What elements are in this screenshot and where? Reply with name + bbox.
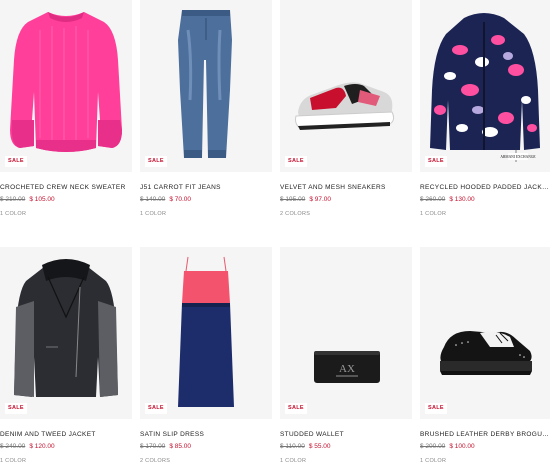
wallet-image: AX [314, 351, 380, 383]
slip-dress-image [178, 256, 234, 407]
sale-badge: SALE [5, 403, 27, 414]
product-card[interactable]: SALE CROCHETED CREW NECK SWEATER $ 210.0… [0, 0, 132, 218]
color-count: 1 COLOR [280, 458, 307, 464]
price-row: $ 140.00 $ 70.00 [140, 195, 272, 204]
product-card[interactable]: SALE DENIM AND TWEED JACKET $ 240.00 $ 12… [0, 247, 132, 465]
product-name[interactable]: RECYCLED HOODED PADDED JACKET [420, 183, 550, 192]
price-row: $ 210.00 $ 105.00 [0, 195, 132, 204]
product-card[interactable]: AX SALE STUDDED WALLET $ 110.00 $ 55.00 1… [280, 247, 412, 465]
product-card[interactable]: SALE SATIN SLIP DRESS $ 170.00 $ 85.00 2 … [140, 247, 272, 465]
product-card[interactable]: SALE BRUSHED LEATHER DERBY BROGUES SH...… [420, 247, 550, 465]
sale-badge: SALE [425, 156, 447, 167]
original-price: $ 140.00 [140, 196, 166, 203]
product-card[interactable]: SALE J51 CARROT FIT JEANS $ 140.00 $ 70.0… [140, 0, 272, 218]
sale-badge: SALE [145, 156, 167, 167]
pink-sweater-image [10, 12, 122, 152]
price-row: $ 240.00 $ 120.00 [0, 442, 132, 451]
color-count: 1 COLOR [0, 458, 27, 464]
product-card[interactable]: SALE VELVET AND MESH SNEAKERS $ 195.00 $ … [280, 0, 412, 218]
sale-price: $ 120.00 [29, 443, 55, 450]
sale-price: $ 105.00 [29, 196, 55, 203]
color-count: 2 COLORS [140, 458, 171, 464]
sale-price: $ 70.00 [169, 196, 191, 203]
original-price: $ 170.00 [140, 443, 166, 450]
product-name[interactable]: BRUSHED LEATHER DERBY BROGUES SH... [420, 430, 550, 439]
product-image[interactable]: SALE [0, 0, 132, 172]
color-count: 1 COLOR [420, 458, 447, 464]
sale-price: $ 55.00 [308, 443, 331, 450]
sale-price: $ 100.00 [449, 443, 475, 450]
product-image[interactable]: ARMANI EXCHANGE SALE [420, 0, 550, 172]
product-name[interactable]: STUDDED WALLET [280, 430, 412, 439]
original-price: $ 195.00 [280, 196, 306, 203]
sale-price: $ 130.00 [449, 196, 475, 203]
color-count: 1 COLOR [0, 211, 27, 217]
sale-price: $ 85.00 [169, 443, 191, 450]
product-image[interactable]: SALE [140, 247, 272, 419]
color-count: 1 COLOR [140, 211, 167, 217]
sneaker-image [295, 82, 395, 130]
sale-price: $ 97.00 [309, 196, 331, 203]
sale-badge: SALE [285, 403, 307, 414]
jacket-tag-text: ARMANI EXCHANGE [500, 155, 536, 159]
price-row: $ 195.00 $ 97.00 [280, 195, 412, 204]
product-name[interactable]: VELVET AND MESH SNEAKERS [280, 183, 412, 192]
sale-badge: SALE [5, 156, 27, 167]
price-row: $ 260.00 $ 130.00 [420, 195, 550, 204]
original-price: $ 200.00 [420, 443, 446, 450]
product-image[interactable]: AX SALE [280, 247, 412, 419]
tweed-jacket-image [14, 259, 118, 397]
blue-jeans-image [178, 10, 232, 158]
sale-badge: SALE [145, 403, 167, 414]
original-price: $ 260.00 [420, 196, 446, 203]
wallet-logo: AX [339, 363, 355, 375]
original-price: $ 110.00 [280, 443, 305, 450]
sale-badge: SALE [425, 403, 447, 414]
price-row: $ 170.00 $ 85.00 [140, 442, 272, 451]
sale-badge: SALE [285, 156, 307, 167]
color-count: 2 COLORS [280, 211, 311, 217]
product-image[interactable]: SALE [140, 0, 272, 172]
price-row: $ 200.00 $ 100.00 [420, 442, 550, 451]
product-image[interactable]: SALE [0, 247, 132, 419]
product-image[interactable]: SALE [280, 0, 412, 172]
original-price: $ 210.00 [0, 196, 26, 203]
product-image[interactable]: SALE [420, 247, 550, 419]
product-name[interactable]: DENIM AND TWEED JACKET [0, 430, 132, 439]
product-name[interactable]: SATIN SLIP DRESS [140, 430, 272, 439]
product-grid: SALE CROCHETED CREW NECK SWEATER $ 210.0… [0, 0, 550, 466]
product-name[interactable]: CROCHETED CREW NECK SWEATER [0, 183, 132, 192]
product-card[interactable]: ARMANI EXCHANGE SALE RECYCLED HOODED PAD… [420, 0, 550, 218]
padded-jacket-image: ARMANI EXCHANGE [430, 13, 540, 162]
brogue-shoe-image [440, 331, 532, 375]
price-row: $ 110.00 $ 55.00 [280, 442, 412, 451]
product-name[interactable]: J51 CARROT FIT JEANS [140, 183, 272, 192]
color-count: 1 COLOR [420, 211, 447, 217]
original-price: $ 240.00 [0, 443, 26, 450]
